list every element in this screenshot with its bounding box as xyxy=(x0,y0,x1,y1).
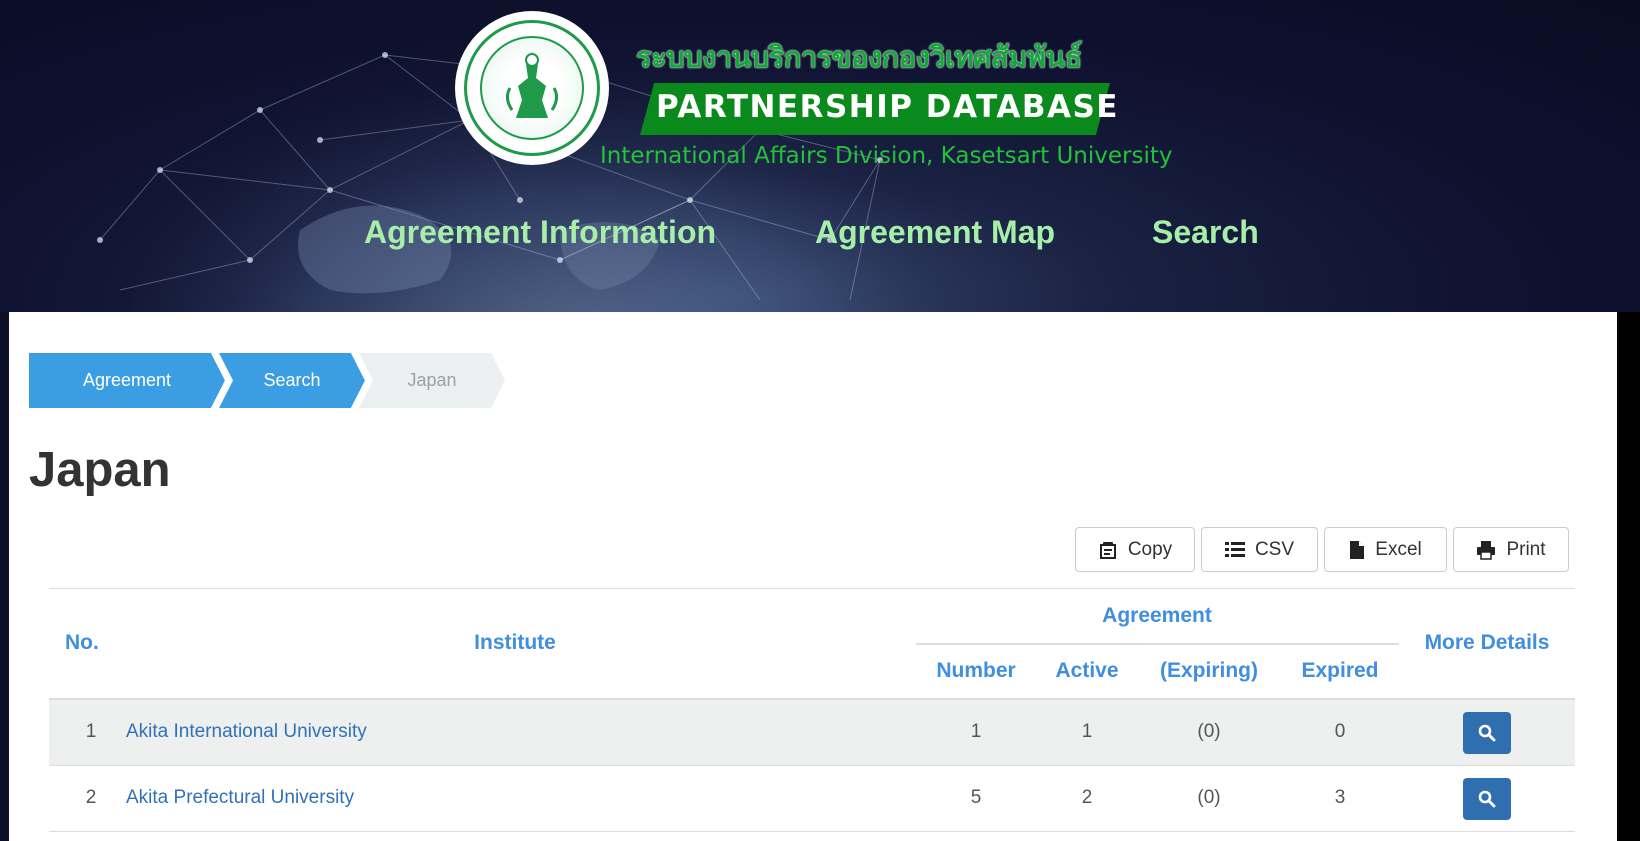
search-icon xyxy=(1478,790,1496,808)
table-row: 2 Akita Prefectural University 5 2 (0) 3 xyxy=(49,766,1575,832)
agreement-group-divider xyxy=(916,643,1399,645)
col-header-expiring: (Expiring) xyxy=(1160,659,1258,682)
nav-agreement-information[interactable]: Agreement Information xyxy=(364,214,716,251)
copy-button[interactable]: Copy xyxy=(1075,527,1195,572)
csv-label: CSV xyxy=(1254,538,1295,560)
thai-service-title: ระบบงานบริการของกองวิเทศสัมพันธ์ xyxy=(636,40,1082,74)
csv-button[interactable]: CSV xyxy=(1201,527,1318,572)
agreement-expiring: (0) xyxy=(1197,787,1221,808)
nav-search[interactable]: Search xyxy=(1152,214,1259,251)
institute-link[interactable]: Akita International University xyxy=(126,721,367,743)
breadcrumb-current-japan: Japan xyxy=(359,353,505,408)
col-header-more-details: More Details xyxy=(1424,631,1550,654)
agreement-number: 1 xyxy=(970,721,982,742)
col-header-no: No. xyxy=(65,631,99,654)
table-top-border xyxy=(49,588,1575,589)
more-details-button[interactable] xyxy=(1463,712,1511,754)
database-title: PARTNERSHIP DATABASE xyxy=(656,89,1119,125)
breadcrumb-search[interactable]: Search xyxy=(219,353,365,408)
agreement-expiring: (0) xyxy=(1197,721,1221,742)
page-title: Japan xyxy=(29,443,171,497)
excel-label: Excel xyxy=(1375,538,1422,560)
main-nav: Agreement Information Agreement Map Sear… xyxy=(0,214,1640,258)
export-toolbar: Copy CSV Excel Print xyxy=(9,527,1617,573)
col-header-expired: Expired xyxy=(1301,659,1379,682)
division-subtitle: International Affairs Division, Kasetsar… xyxy=(600,143,1173,169)
copy-icon xyxy=(1099,541,1116,559)
row-number: 1 xyxy=(85,721,97,742)
col-header-active: Active xyxy=(1055,659,1119,682)
col-header-number: Number xyxy=(936,659,1016,682)
nav-agreement-map[interactable]: Agreement Map xyxy=(815,214,1055,251)
search-icon xyxy=(1478,724,1496,742)
kasetsart-seal-logo xyxy=(458,14,606,162)
agreement-number: 5 xyxy=(970,787,982,808)
institute-link[interactable]: Akita Prefectural University xyxy=(126,787,354,809)
print-button[interactable]: Print xyxy=(1453,527,1569,572)
excel-button[interactable]: Excel xyxy=(1324,527,1447,572)
window-edge xyxy=(1617,312,1640,841)
copy-label: Copy xyxy=(1127,538,1173,560)
row-number: 2 xyxy=(85,787,97,808)
table-row: 1 Akita International University 1 1 (0)… xyxy=(49,700,1575,766)
breadcrumb-agreement[interactable]: Agreement xyxy=(29,353,225,408)
col-header-institute: Institute xyxy=(474,631,556,654)
print-label: Print xyxy=(1506,538,1546,560)
content-panel: Agreement Search Japan Japan Copy CSV Ex… xyxy=(9,312,1617,841)
file-icon xyxy=(1350,540,1365,559)
list-icon xyxy=(1224,541,1245,557)
agreement-expired: 3 xyxy=(1334,787,1346,808)
print-icon xyxy=(1477,540,1496,560)
agreement-active: 2 xyxy=(1081,787,1093,808)
agreement-active: 1 xyxy=(1081,721,1093,742)
agreement-expired: 0 xyxy=(1334,721,1346,742)
header-banner: ระบบงานบริการของกองวิเทศสัมพันธ์ PARTNER… xyxy=(0,0,1640,312)
col-header-agreement: Agreement xyxy=(1102,604,1212,627)
more-details-button[interactable] xyxy=(1463,778,1511,820)
